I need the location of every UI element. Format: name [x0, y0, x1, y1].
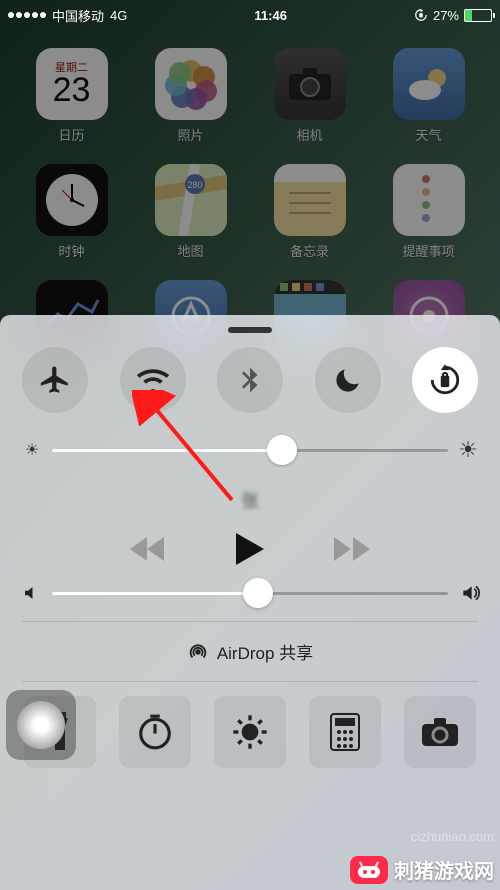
app-label: 天气	[415, 125, 441, 144]
volume-slider-row	[22, 583, 478, 603]
airplane-toggle[interactable]	[22, 347, 88, 413]
night-shift-icon	[230, 712, 270, 752]
watermark-url: cizhuniao.com	[411, 829, 494, 844]
app-label: 地图	[177, 241, 203, 260]
home-screen: 星期二 23 日历 照片 相机 天气	[0, 40, 500, 360]
next-track-button[interactable]	[334, 535, 370, 563]
photos-icon	[155, 48, 227, 120]
media-title: 张	[22, 487, 478, 513]
app-label: 提醒事项	[402, 241, 454, 260]
weather-icon	[393, 48, 465, 120]
app-photos[interactable]: 照片	[131, 48, 250, 144]
calculator-icon	[329, 712, 361, 752]
media-controls	[22, 533, 478, 565]
toggle-row	[22, 347, 478, 413]
app-notes[interactable]: 备忘录	[250, 164, 369, 260]
app-reminders[interactable]: 提醒事项	[369, 164, 488, 260]
night-shift-button[interactable]	[214, 696, 286, 768]
brightness-low-icon: ☀︎	[22, 440, 42, 460]
app-label: 时钟	[58, 241, 84, 260]
app-camera[interactable]: 相机	[250, 48, 369, 144]
watermark-text: 刺猪游戏网	[394, 855, 494, 884]
app-label: 照片	[177, 125, 203, 144]
status-bar: 中国移动 4G 11:46 27%	[0, 0, 500, 30]
app-maps[interactable]: 280 地图	[131, 164, 250, 260]
app-label: 相机	[296, 125, 322, 144]
bluetooth-icon	[235, 365, 265, 395]
calendar-day: 23	[53, 71, 91, 110]
airdrop-label: AirDrop 共享	[217, 639, 313, 664]
bluetooth-toggle[interactable]	[217, 347, 283, 413]
camera-button[interactable]	[404, 696, 476, 768]
quick-launch-row	[22, 681, 478, 778]
watermark: 刺猪游戏网	[350, 855, 494, 884]
dnd-toggle[interactable]	[315, 347, 381, 413]
timer-button[interactable]	[119, 696, 191, 768]
watermark-logo-icon	[350, 856, 388, 884]
battery-pct: 27%	[433, 8, 459, 23]
assistive-touch[interactable]	[6, 690, 76, 760]
orientation-lock-icon	[414, 8, 428, 22]
svg-text:280: 280	[187, 180, 202, 190]
volume-high-icon	[458, 583, 478, 603]
orientation-lock-toggle[interactable]	[412, 347, 478, 413]
brightness-slider[interactable]	[52, 449, 448, 452]
wifi-icon	[135, 362, 171, 398]
clock-icon	[36, 164, 108, 236]
prev-track-button[interactable]	[130, 535, 166, 563]
app-label: 备忘录	[290, 241, 329, 260]
maps-icon: 280	[155, 164, 227, 236]
rotation-lock-icon	[428, 363, 462, 397]
camera-icon	[274, 48, 346, 120]
airdrop-button[interactable]: AirDrop 共享	[22, 621, 478, 681]
airplane-icon	[38, 363, 72, 397]
brightness-high-icon: ☀︎	[458, 437, 478, 463]
assistive-touch-icon	[17, 701, 65, 749]
carrier-label: 中国移动	[52, 6, 104, 25]
moon-icon	[332, 364, 364, 396]
reminders-icon	[393, 164, 465, 236]
battery-icon	[464, 9, 492, 22]
camera-icon	[420, 716, 460, 748]
play-button[interactable]	[236, 533, 264, 565]
app-weather[interactable]: 天气	[369, 48, 488, 144]
volume-low-icon	[22, 584, 42, 602]
notes-icon	[274, 164, 346, 236]
timer-icon	[136, 713, 174, 751]
network-label: 4G	[110, 8, 127, 23]
control-center[interactable]: ☀︎ ☀︎ 张 AirDrop 共享	[0, 315, 500, 890]
app-label: 日历	[58, 125, 84, 144]
calculator-button[interactable]	[309, 696, 381, 768]
wifi-toggle[interactable]	[120, 347, 186, 413]
app-clock[interactable]: 时钟	[12, 164, 131, 260]
brightness-slider-row: ☀︎ ☀︎	[22, 437, 478, 463]
airdrop-icon	[187, 641, 209, 663]
app-calendar[interactable]: 星期二 23 日历	[12, 48, 131, 144]
volume-slider[interactable]	[52, 592, 448, 595]
grabber-handle[interactable]	[228, 327, 272, 333]
signal-strength-icon	[8, 12, 46, 18]
status-time: 11:46	[254, 8, 287, 23]
